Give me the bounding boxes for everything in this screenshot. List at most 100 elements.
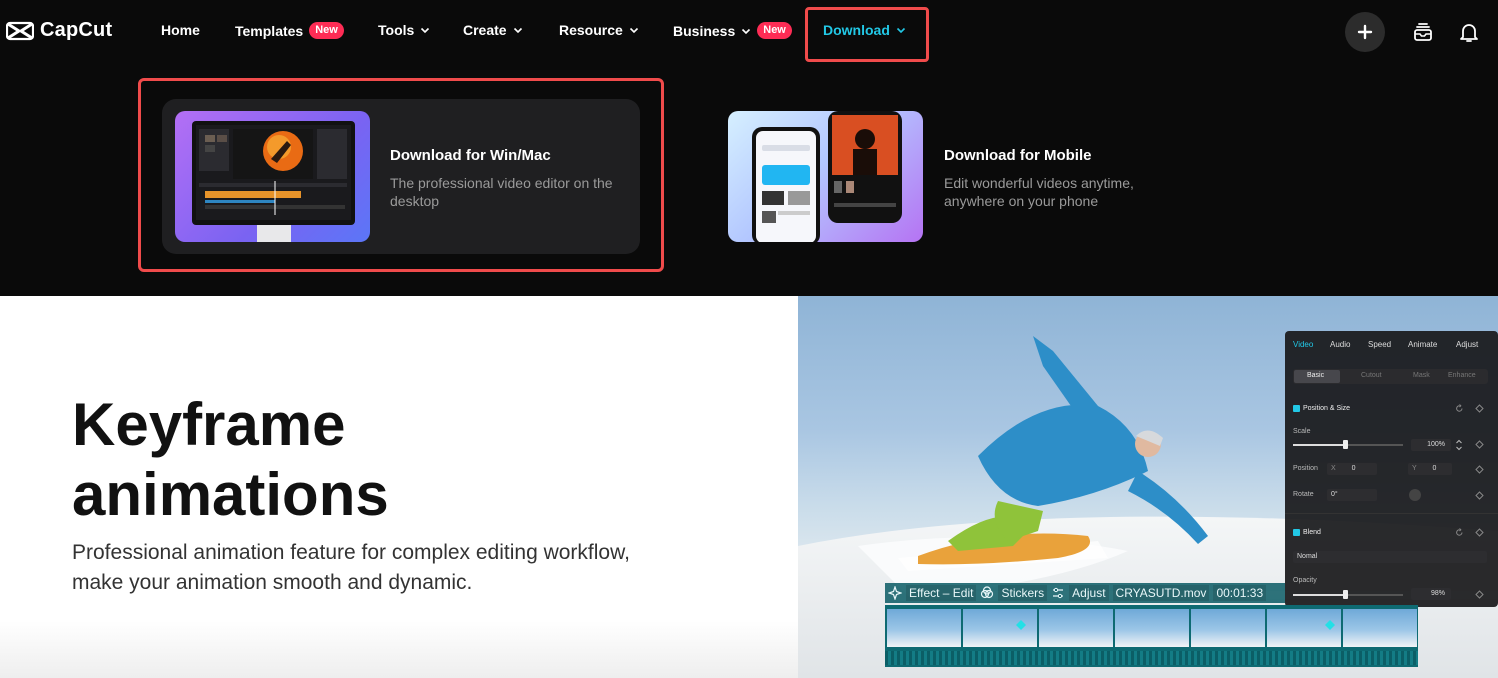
position-y-field[interactable]: Y 0: [1408, 463, 1452, 475]
nav-tools[interactable]: Tools: [378, 22, 430, 38]
mobile-app-thumbnail[interactable]: [728, 111, 923, 242]
hero-title: Keyframe animations: [72, 390, 389, 530]
timeline-clip-strip[interactable]: [885, 605, 1418, 667]
timeline-clip-name: CRYASUTD.mov: [1112, 585, 1210, 601]
scale-value-field[interactable]: 100%: [1411, 439, 1451, 451]
panel-tab-video[interactable]: Video: [1293, 340, 1313, 349]
timeline-audio-waveform: [885, 651, 1418, 665]
panel-divider: [1285, 513, 1498, 514]
stepper-icon[interactable]: [1455, 438, 1463, 452]
timeline-frame: [1191, 609, 1265, 647]
adjust-icon: [1053, 587, 1064, 599]
mobile-card-desc: Edit wonderful videos anytime, anywhere …: [944, 175, 1134, 209]
opacity-slider[interactable]: [1293, 590, 1403, 599]
download-dropdown: Download for Win/Mac The professional vi…: [0, 64, 1498, 296]
timeline-effect-tag[interactable]: Effect – Edit: [906, 585, 977, 601]
keyframe-diamond-icon[interactable]: [1475, 590, 1484, 599]
nav-home[interactable]: Home: [161, 22, 200, 38]
nav-business-label: Business: [673, 22, 736, 39]
hero-title-line2: animations: [72, 461, 389, 528]
nav-resource[interactable]: Resource: [559, 22, 639, 38]
keyframe-marker-icon[interactable]: [1016, 620, 1026, 630]
editor-properties-panel: Video Audio Speed Animate Adjust Basic C…: [1285, 331, 1498, 607]
timeline-timecode: 00:01:33: [1213, 585, 1267, 601]
position-x-axis-label: X: [1331, 465, 1336, 472]
nav-business[interactable]: Business New: [673, 22, 792, 39]
opacity-value-field[interactable]: 98%: [1411, 588, 1451, 600]
chevron-down-icon: [629, 27, 638, 34]
blend-label: Blend: [1303, 529, 1321, 536]
rotate-value-field[interactable]: 0°: [1327, 489, 1377, 501]
chevron-down-icon: [421, 27, 430, 34]
inbox-icon: [1414, 23, 1432, 41]
nav-create-label: Create: [463, 22, 507, 38]
reset-icon[interactable]: [1455, 404, 1464, 413]
segment-mask[interactable]: Mask: [1413, 372, 1430, 379]
hero-title-line1: Keyframe: [72, 391, 346, 458]
blend-mode-select[interactable]: Nomal: [1293, 551, 1487, 563]
notifications-button[interactable]: [1457, 20, 1481, 44]
segment-enhance[interactable]: Enhance: [1448, 372, 1476, 379]
keyframe-marker-icon[interactable]: [1325, 620, 1335, 630]
position-y-axis-label: Y: [1412, 465, 1417, 472]
scale-slider-fill: [1293, 444, 1345, 446]
timeline-frame: [887, 609, 961, 647]
position-size-checkbox[interactable]: [1293, 405, 1300, 412]
chevron-down-icon: [742, 28, 751, 34]
keyframe-diamond-icon[interactable]: [1475, 491, 1484, 500]
nav-home-label: Home: [161, 22, 200, 38]
timeline-frame: [1115, 609, 1189, 647]
brand-name: CapCut: [40, 19, 113, 41]
create-plus-button[interactable]: [1345, 12, 1385, 52]
monitor-illustration: [192, 121, 355, 242]
plus-icon: [1357, 24, 1373, 40]
opacity-slider-fill: [1293, 594, 1345, 596]
segment-basic[interactable]: Basic: [1307, 372, 1324, 379]
opacity-label: Opacity: [1293, 577, 1317, 584]
keyframe-diamond-icon[interactable]: [1475, 465, 1484, 474]
panel-segment-control: Basic Cutout Mask Enhance: [1293, 369, 1488, 384]
scale-slider-knob[interactable]: [1343, 440, 1348, 449]
keyframe-diamond-icon[interactable]: [1475, 404, 1484, 413]
segment-cutout[interactable]: Cutout: [1361, 372, 1382, 379]
scale-label: Scale: [1293, 428, 1311, 435]
position-y-value: 0: [1432, 465, 1437, 472]
nav-templates[interactable]: Templates New: [235, 22, 344, 39]
capcut-logo-icon: [6, 21, 34, 40]
panel-tab-adjust[interactable]: Adjust: [1456, 340, 1478, 349]
scale-slider[interactable]: [1293, 440, 1403, 449]
timeline-frame: [1039, 609, 1113, 647]
effect-icon: [888, 586, 902, 600]
hero-subtitle: Professional animation feature for compl…: [72, 541, 630, 594]
nav-create[interactable]: Create: [463, 22, 523, 38]
phone-illustration: [752, 111, 902, 242]
panel-tab-audio[interactable]: Audio: [1330, 340, 1350, 349]
position-size-label: Position & Size: [1303, 405, 1351, 412]
bell-icon: [1460, 24, 1478, 42]
opacity-slider-knob[interactable]: [1343, 590, 1348, 599]
keyframe-diamond-icon[interactable]: [1475, 440, 1484, 449]
timeline-stickers-tag[interactable]: Stickers: [998, 585, 1048, 601]
panel-tab-speed[interactable]: Speed: [1368, 340, 1391, 349]
position-x-value: 0: [1351, 465, 1356, 472]
nav-resource-label: Resource: [559, 22, 623, 38]
top-nav: CapCut Home Templates New Tools Create R…: [0, 0, 1498, 64]
timeline-toolbar: Effect – Edit Stickers Adjust CRYASUTD.m…: [885, 583, 1285, 603]
reset-icon[interactable]: [1455, 528, 1464, 537]
keyframe-diamond-icon[interactable]: [1475, 528, 1484, 537]
position-x-field[interactable]: X 0: [1327, 463, 1377, 475]
rotate-dial[interactable]: [1409, 489, 1421, 501]
win-mac-card-desc: The professional video editor on the des…: [390, 175, 613, 209]
mobile-card-title[interactable]: Download for Mobile: [944, 147, 1092, 164]
stickers-icon: [981, 586, 994, 599]
win-mac-card-title: Download for Win/Mac: [390, 147, 551, 164]
new-badge: New: [757, 22, 792, 39]
inbox-button[interactable]: [1411, 20, 1435, 44]
nav-templates-label: Templates: [235, 22, 304, 39]
panel-tab-animate[interactable]: Animate: [1408, 340, 1437, 349]
blend-checkbox[interactable]: [1293, 529, 1300, 536]
timeline-adjust-tag[interactable]: Adjust: [1069, 585, 1109, 601]
capcut-logo[interactable]: CapCut: [6, 19, 112, 42]
timeline-frame: [1343, 609, 1417, 647]
rotate-label: Rotate: [1293, 491, 1314, 498]
